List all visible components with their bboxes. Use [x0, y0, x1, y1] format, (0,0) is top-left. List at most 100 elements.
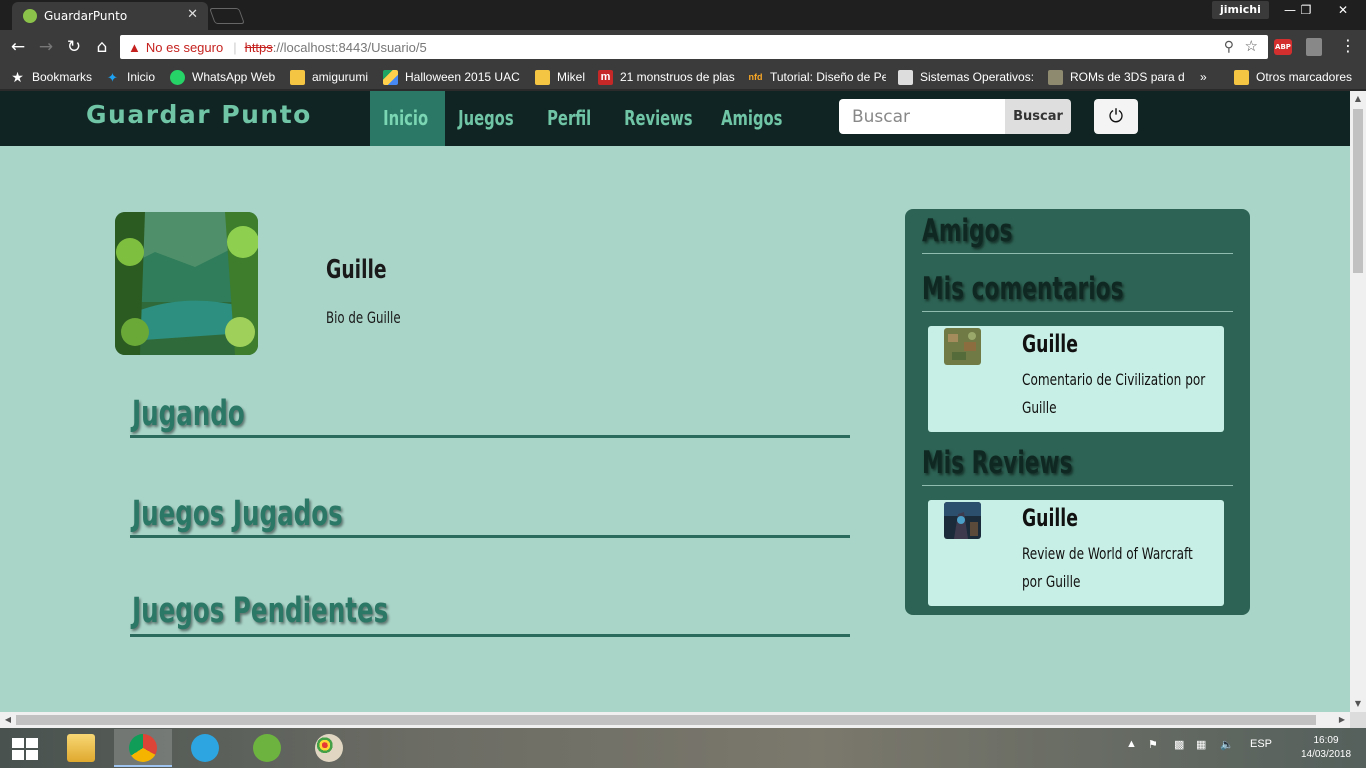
- section-divider: [130, 634, 850, 637]
- taskbar-clock[interactable]: 16:09 14/03/2018: [1300, 734, 1352, 762]
- nav-reviews[interactable]: Reviews: [611, 91, 706, 146]
- social-panel: Amigos Mis comentarios Guille Comentario…: [905, 209, 1250, 615]
- folder-icon: [67, 734, 95, 762]
- profile-button[interactable]: jimichi: [1212, 1, 1269, 19]
- bookmark-item[interactable]: ✦ Inicio: [105, 68, 165, 86]
- site-navbar: Guardar Punto Inicio Juegos Perfil Revie…: [0, 91, 1350, 146]
- section-played-title: Juegos Jugados: [132, 494, 343, 534]
- tab-title: GuardarPunto: [44, 9, 128, 23]
- horizontal-scrollbar[interactable]: ◀ ▶: [0, 712, 1350, 728]
- clock-time: 16:09: [1313, 735, 1339, 746]
- bookmark-item[interactable]: Otros marcadores: [1234, 68, 1359, 86]
- scroll-left-icon[interactable]: ◀: [0, 712, 16, 728]
- vertical-scrollbar[interactable]: ▲ ▼: [1350, 91, 1366, 712]
- nav-amigos[interactable]: Amigos: [708, 91, 796, 146]
- tray-chevron-icon[interactable]: ▲: [1126, 738, 1137, 750]
- comment-card[interactable]: Guille Comentario de Civilization por Gu…: [928, 326, 1224, 432]
- site-brand[interactable]: Guardar Punto: [86, 100, 312, 129]
- spring-icon: [253, 734, 281, 762]
- forward-icon[interactable]: →: [35, 36, 57, 58]
- reviews-heading: Mis Reviews: [922, 445, 1073, 481]
- url-protocol: https: [244, 39, 273, 55]
- adblock-icon[interactable]: ABP: [1274, 39, 1292, 55]
- panel-divider: [922, 253, 1233, 254]
- nav-juegos[interactable]: Juegos: [445, 91, 527, 146]
- device-icon[interactable]: ▩: [1174, 738, 1184, 751]
- pdf-extension-icon[interactable]: [1306, 38, 1322, 56]
- spring-leaf-icon: [23, 9, 37, 23]
- taskbar-explorer[interactable]: [52, 729, 110, 767]
- new-tab-button[interactable]: [209, 8, 245, 24]
- bookmark-star-icon[interactable]: ☆: [1245, 37, 1258, 55]
- volume-icon[interactable]: 🔈: [1220, 738, 1234, 751]
- review-author: Guille: [1022, 504, 1078, 532]
- site-icon: m: [598, 69, 613, 85]
- nav-perfil[interactable]: Perfil: [534, 91, 604, 146]
- restore-icon[interactable]: ❐: [1291, 0, 1321, 20]
- profile-bio: Bio de Guille: [326, 308, 401, 327]
- review-card[interactable]: Guille Review de World of Warcraft por G…: [928, 500, 1224, 606]
- language-indicator[interactable]: ESP: [1250, 738, 1272, 750]
- taskbar-telegram[interactable]: [176, 729, 234, 767]
- bookmarks-overflow-icon[interactable]: »: [1200, 68, 1214, 86]
- scroll-down-icon[interactable]: ▼: [1350, 696, 1366, 712]
- scroll-up-icon[interactable]: ▲: [1350, 91, 1366, 107]
- back-icon[interactable]: ←: [7, 36, 29, 58]
- warning-icon: ▲: [128, 39, 141, 55]
- star-icon: ★: [11, 68, 24, 85]
- scroll-thumb[interactable]: [16, 715, 1316, 725]
- menu-icon[interactable]: ⋮: [1340, 36, 1356, 55]
- nav-inicio[interactable]: Inicio: [370, 91, 442, 146]
- scroll-right-icon[interactable]: ▶: [1334, 712, 1350, 728]
- bookmark-item[interactable]: nfd Tutorial: Diseño de Pe: [748, 68, 887, 86]
- drive-icon: [383, 69, 398, 85]
- civilization-thumbnail: [944, 328, 981, 365]
- clock-date: 14/03/2018: [1300, 749, 1352, 760]
- section-divider: [130, 435, 850, 438]
- windows-taskbar: ▲ ⚑ ▩ ▦ 🔈 ESP 16:09 14/03/2018: [0, 728, 1366, 768]
- address-bar[interactable]: ▲ No es seguro | https ://localhost:8443…: [120, 35, 1268, 59]
- bookmark-item[interactable]: Mikel: [535, 68, 590, 86]
- comment-author: Guille: [1022, 330, 1078, 358]
- bookmark-item[interactable]: m 21 monstruos de plas: [598, 68, 740, 86]
- bookmark-item[interactable]: ★ Bookmarks: [10, 68, 100, 86]
- browser-tab-strip: GuardarPunto ✕ jimichi — ❐ ✕: [0, 0, 1366, 30]
- search-input[interactable]: [839, 99, 1007, 134]
- separator: |: [233, 39, 237, 55]
- section-pending-title: Juegos Pendientes: [132, 591, 389, 631]
- review-text: Review de World of Warcraft por Guille: [1022, 544, 1193, 591]
- close-tab-icon[interactable]: ✕: [187, 7, 198, 22]
- taskbar-paint[interactable]: [300, 729, 358, 767]
- comments-heading: Mis comentarios: [922, 271, 1124, 307]
- browser-tab[interactable]: GuardarPunto ✕: [12, 2, 208, 30]
- bookmark-item[interactable]: amigurumi: [290, 68, 375, 86]
- warcraft-thumbnail: [944, 502, 981, 539]
- search-button[interactable]: Buscar: [1005, 99, 1071, 134]
- site-icon: nfd: [748, 71, 763, 82]
- section-playing-title: Jugando: [132, 394, 245, 434]
- site-icon: [1048, 69, 1063, 85]
- reload-icon[interactable]: ↻: [63, 36, 85, 58]
- taskbar-spring[interactable]: [238, 729, 296, 767]
- folder-icon: [1234, 69, 1249, 85]
- home-icon[interactable]: ⌂: [91, 36, 113, 58]
- action-center-flag-icon[interactable]: ⚑: [1148, 738, 1158, 751]
- zoom-icon[interactable]: ⚲: [1224, 38, 1234, 55]
- twitter-icon: ✦: [107, 69, 118, 85]
- bookmark-item[interactable]: Sistemas Operativos:: [898, 68, 1036, 86]
- section-divider: [130, 535, 850, 538]
- bookmark-item[interactable]: WhatsApp Web: [170, 68, 282, 86]
- taskbar-chrome[interactable]: [114, 729, 172, 767]
- windows-start-icon[interactable]: [12, 738, 38, 760]
- panel-divider: [922, 311, 1233, 312]
- friends-heading: Amigos: [922, 213, 1013, 249]
- bookmark-item[interactable]: ROMs de 3DS para d: [1048, 68, 1188, 86]
- power-icon[interactable]: ⏻: [1094, 99, 1138, 134]
- bookmark-item[interactable]: Halloween 2015 UAC: [383, 68, 523, 86]
- security-label[interactable]: No es seguro: [146, 40, 223, 55]
- close-window-icon[interactable]: ✕: [1320, 0, 1366, 20]
- scroll-thumb[interactable]: [1353, 109, 1363, 273]
- browser-toolbar: ← → ↻ ⌂ ▲ No es seguro | https ://localh…: [0, 30, 1366, 63]
- chrome-icon: [129, 734, 157, 762]
- network-icon[interactable]: ▦: [1196, 738, 1206, 751]
